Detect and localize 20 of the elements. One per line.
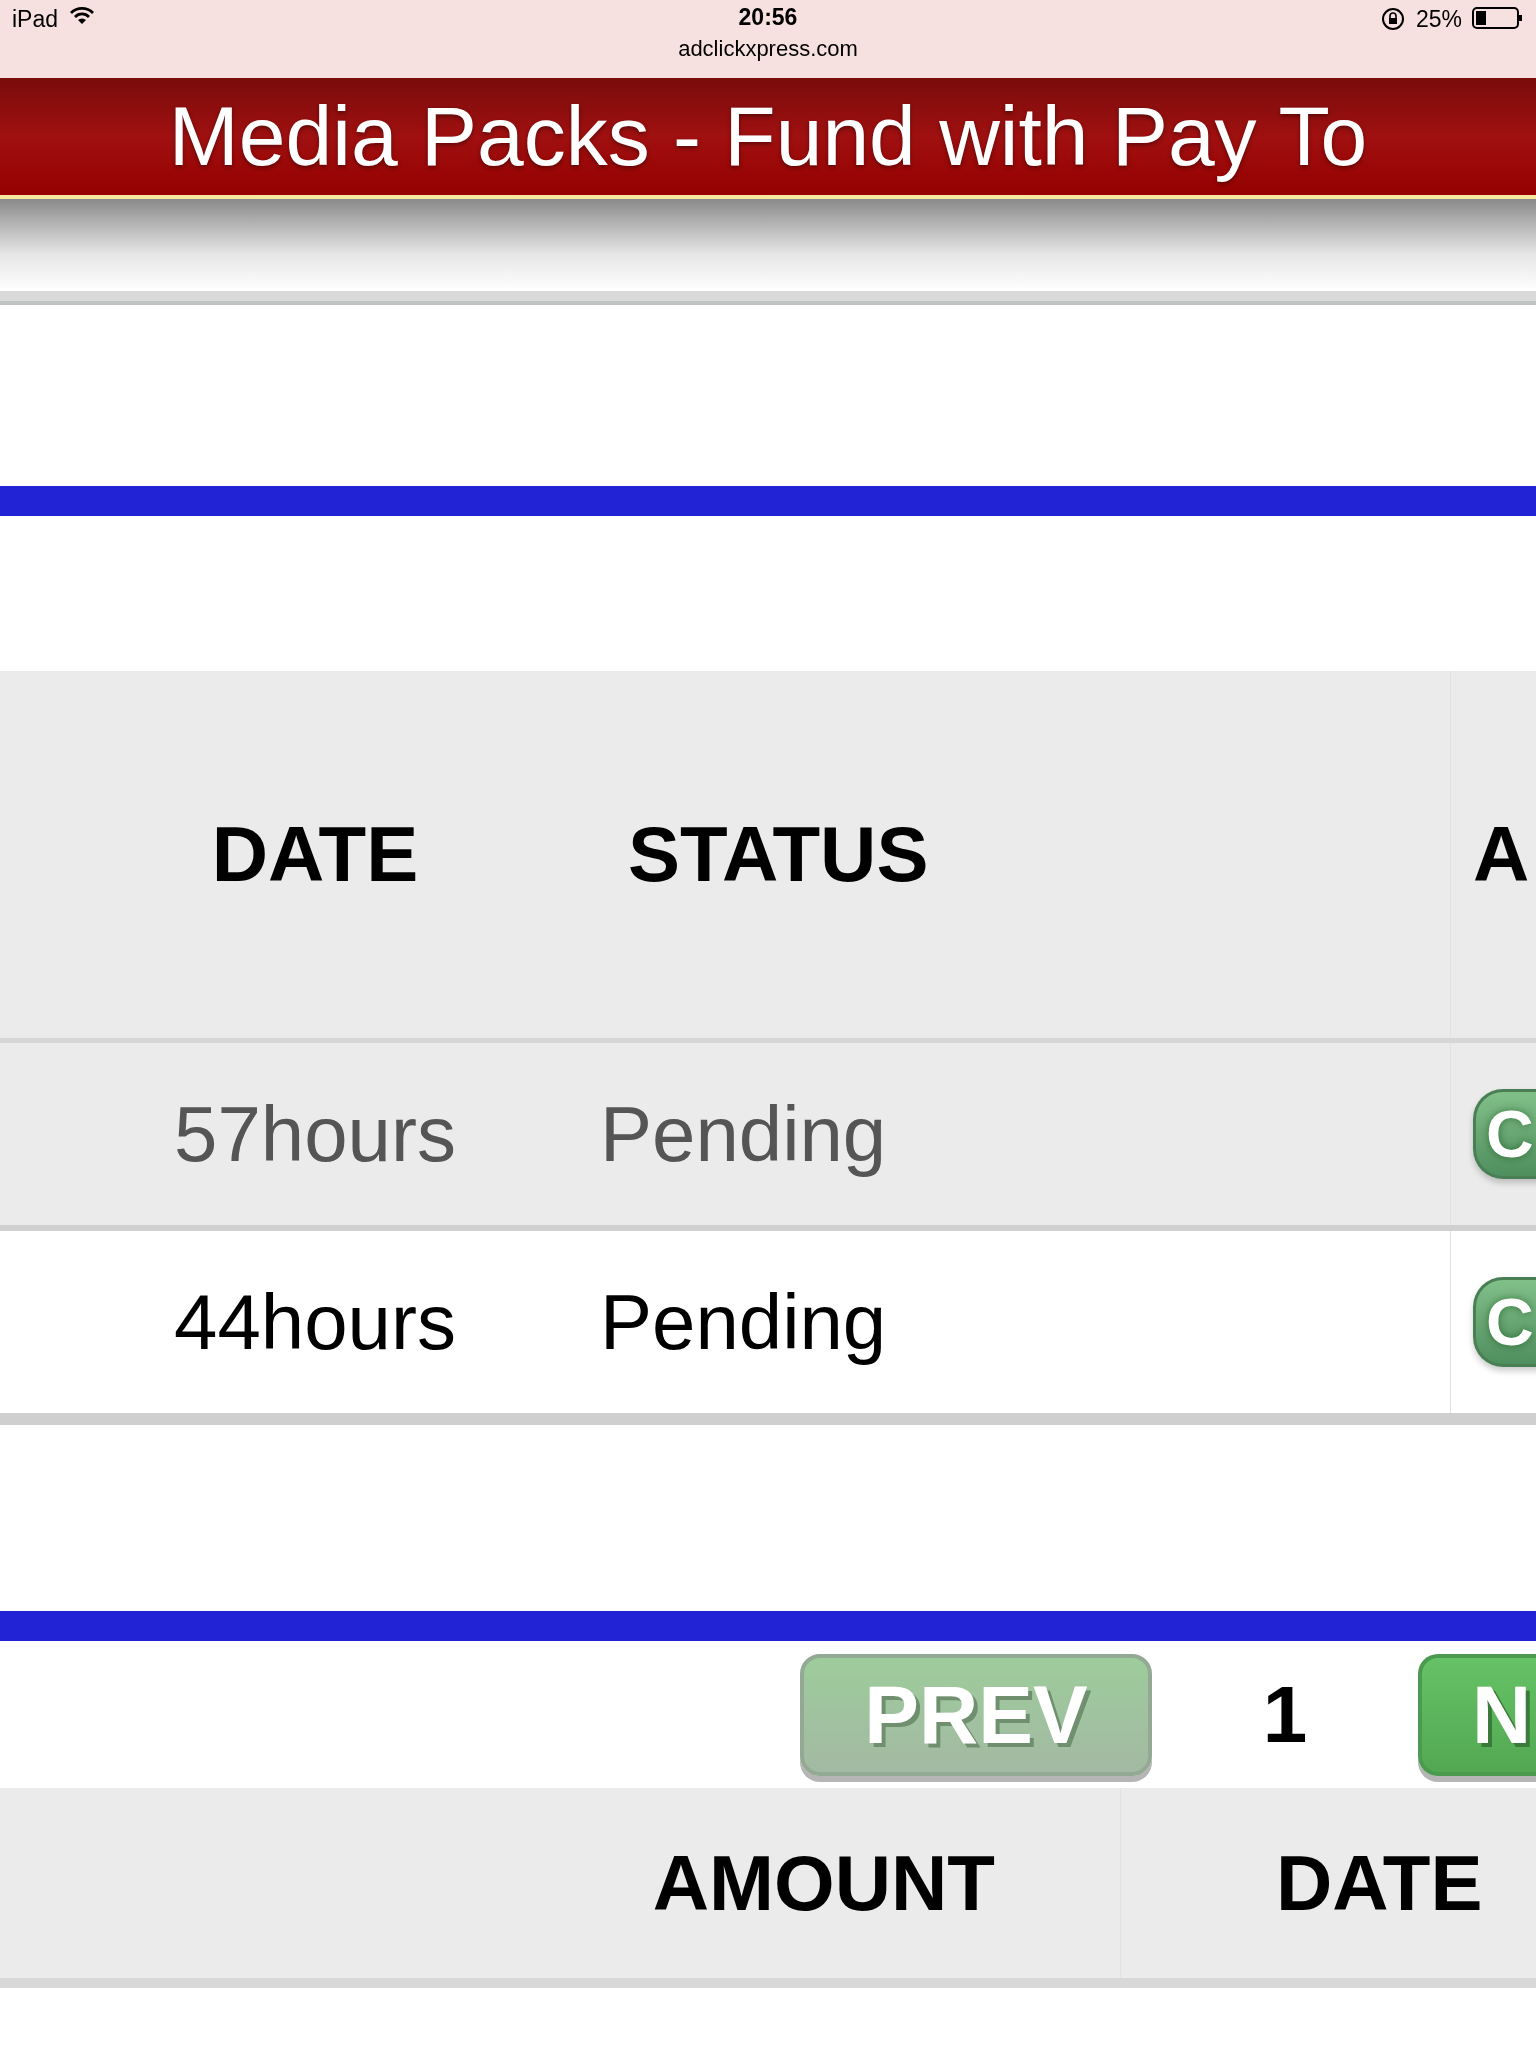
rotation-lock-icon xyxy=(1379,6,1406,32)
table-cell: Pending xyxy=(600,1088,887,1180)
url-text[interactable]: adclickxpress.com xyxy=(678,35,858,62)
action-button[interactable]: C xyxy=(1473,1089,1536,1179)
column-header: DATE xyxy=(211,809,419,900)
table-cell: 44hours xyxy=(174,1276,456,1368)
table-cell: Pending xyxy=(600,1276,887,1368)
device-name: iPad xyxy=(12,6,59,34)
page-title: Media Packs - Fund with Pay To xyxy=(168,88,1368,185)
column-header: AMOUNT xyxy=(652,1837,995,1929)
page-number: 1 xyxy=(1261,1668,1309,1761)
column-header: A xyxy=(1473,809,1530,900)
column-header: DATE xyxy=(1276,1837,1483,1929)
table-cell: 57hours xyxy=(174,1088,456,1180)
battery-percent: 25% xyxy=(1415,6,1462,34)
column-header: STATUS xyxy=(628,809,929,900)
battery-icon xyxy=(1472,6,1524,30)
wifi-icon xyxy=(70,6,95,26)
action-button[interactable]: C xyxy=(1473,1277,1536,1367)
clock: 20:56 xyxy=(738,4,798,32)
